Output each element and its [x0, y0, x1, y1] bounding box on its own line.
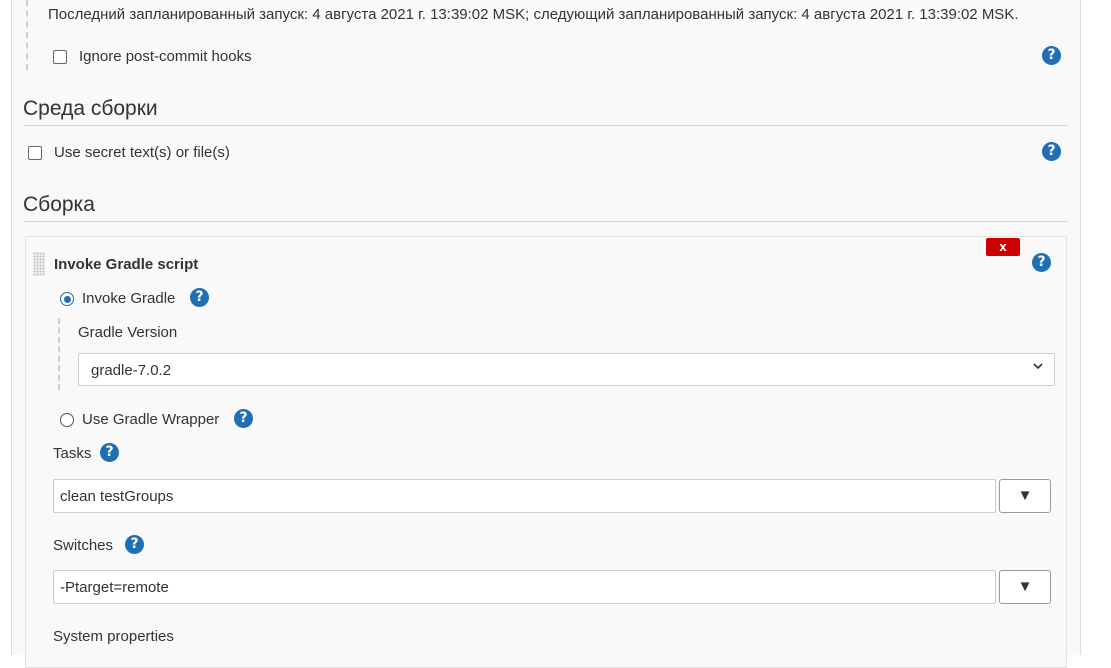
triangle-down-icon: ▼ [1017, 487, 1033, 504]
question-circle-icon[interactable]: ? [234, 409, 253, 428]
gradle-wrapper-label: Use Gradle Wrapper [82, 411, 220, 428]
tasks-expand-button[interactable]: ▼ [999, 479, 1051, 513]
tasks-input[interactable] [53, 479, 996, 513]
question-circle-icon[interactable]: ? [190, 288, 209, 307]
schedule-info: Последний запланированный запуск: 4 авгу… [48, 6, 1019, 23]
question-circle-icon[interactable]: ? [1042, 142, 1061, 161]
step-title: Invoke Gradle script [54, 256, 199, 273]
gradle-version-label: Gradle Version [78, 324, 178, 341]
invoke-gradle-label: Invoke Gradle [82, 290, 176, 307]
gradle-version-select[interactable]: gradle-7.0.2 [78, 353, 1055, 386]
question-circle-icon[interactable]: ? [100, 443, 119, 462]
gradle-version-value: gradle-7.0.2 [91, 362, 172, 379]
question-circle-icon[interactable]: ? [1042, 46, 1061, 65]
drag-handle-icon[interactable] [33, 252, 45, 276]
delete-step-button[interactable]: x [986, 238, 1020, 256]
secret-label: Use secret text(s) or file(s) [54, 144, 230, 161]
ignore-hooks-label: Ignore post-commit hooks [79, 48, 252, 65]
gradle-version-indent-line [58, 318, 60, 390]
system-properties-label: System properties [53, 628, 174, 645]
question-circle-icon[interactable]: ? [125, 535, 144, 554]
gradle-wrapper-radio[interactable] [60, 413, 74, 427]
build-env-title: Среда сборки [23, 97, 158, 120]
triangle-down-icon: ▼ [1017, 578, 1033, 595]
switches-label: Switches [53, 537, 114, 554]
trigger-indent-line [26, 0, 28, 70]
build-title: Сборка [23, 193, 95, 216]
invoke-gradle-radio[interactable] [60, 292, 74, 306]
chevron-down-icon [1032, 360, 1044, 375]
switches-input[interactable] [53, 570, 996, 604]
secret-checkbox[interactable] [28, 146, 42, 160]
tasks-label: Tasks [53, 445, 92, 462]
ignore-hooks-checkbox[interactable] [53, 50, 67, 64]
question-circle-icon[interactable]: ? [1032, 253, 1051, 272]
build-env-divider [23, 125, 1068, 126]
build-divider [23, 221, 1068, 222]
switches-expand-button[interactable]: ▼ [999, 570, 1051, 604]
